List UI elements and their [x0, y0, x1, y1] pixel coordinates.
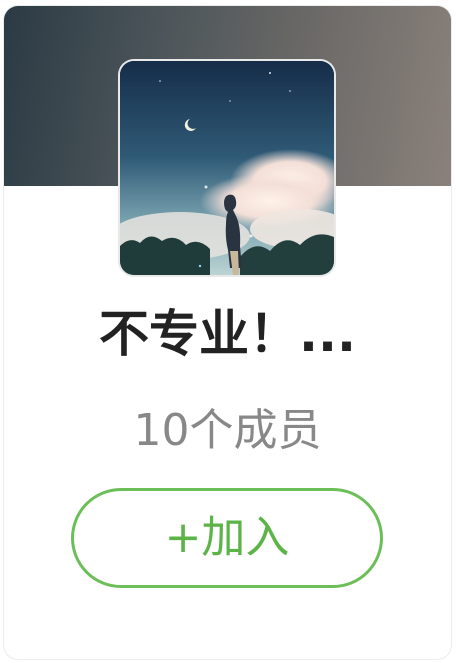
group-card: 不专业！... 10个成员 +加入: [4, 6, 451, 659]
group-title: 不专业！...: [99, 305, 356, 363]
group-cover-image[interactable]: [120, 61, 334, 275]
join-button-label: +加入: [164, 512, 290, 563]
member-count: 10个成员: [133, 405, 322, 456]
join-button[interactable]: +加入: [71, 488, 383, 588]
